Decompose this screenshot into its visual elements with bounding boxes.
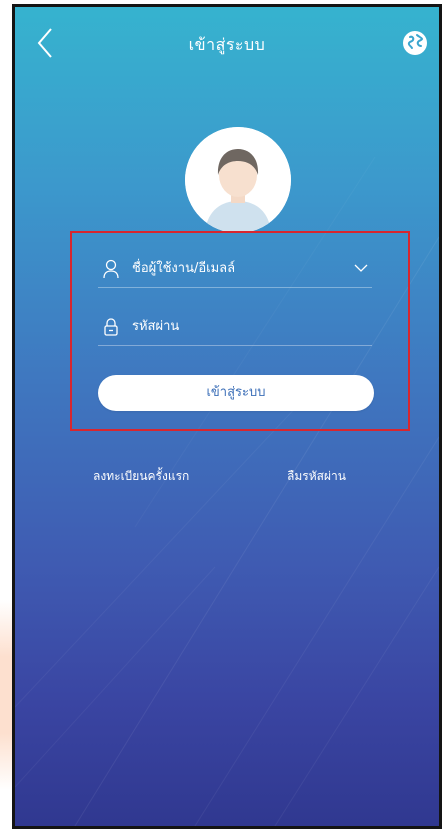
login-form: เข้าสู่ระบบ bbox=[70, 231, 410, 431]
lock-icon bbox=[104, 318, 118, 336]
edge-artifact bbox=[0, 600, 12, 790]
username-input[interactable] bbox=[132, 253, 332, 283]
user-icon bbox=[103, 259, 119, 279]
user-avatar-icon bbox=[185, 127, 291, 233]
language-button[interactable] bbox=[401, 29, 429, 57]
globe-icon bbox=[403, 31, 427, 55]
chevron-down-icon[interactable] bbox=[354, 263, 368, 273]
page: เข้าสู่ระบบ ชื่อผู้ใช้งาน/อีเมลล์ เข้าสู… bbox=[0, 0, 447, 833]
user-avatar bbox=[185, 127, 291, 233]
page-title: เข้าสู่ระบบ bbox=[188, 35, 266, 54]
login-button[interactable]: เข้าสู่ระบบ bbox=[98, 375, 374, 411]
password-input[interactable] bbox=[132, 311, 332, 341]
password-field bbox=[98, 309, 372, 346]
header-bar: เข้าสู่ระบบ bbox=[15, 7, 439, 87]
forgot-password-link[interactable]: ลืมรหัสผ่าน bbox=[287, 467, 346, 486]
login-screen: เข้าสู่ระบบ ชื่อผู้ใช้งาน/อีเมลล์ เข้าสู… bbox=[12, 4, 442, 829]
username-field bbox=[98, 251, 372, 288]
register-link[interactable]: ลงทะเบียนครั้งแรก bbox=[93, 467, 189, 486]
